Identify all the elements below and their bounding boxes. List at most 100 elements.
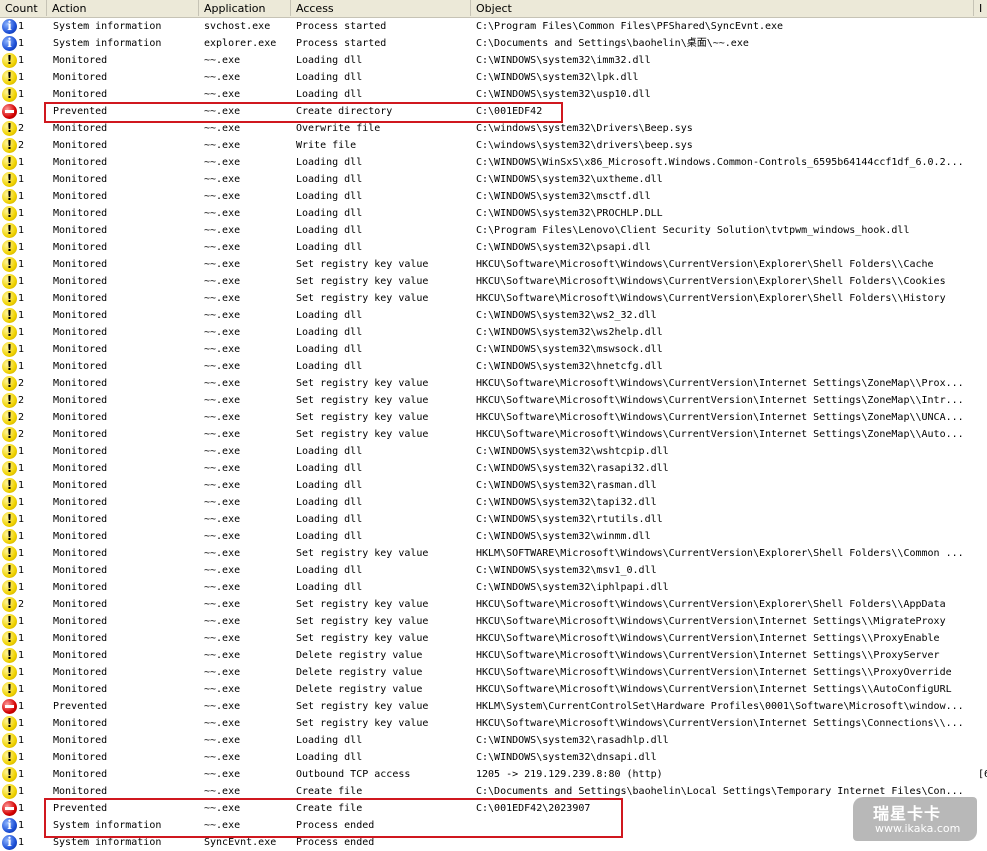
table-row[interactable]: 1 Monitored ~~.exe Loading dll C:\WINDOWS\sy… [0,511,987,528]
row-icon-cell [2,699,17,714]
cell-extra [978,222,987,239]
cell-object: C:\001EDF42 [476,106,543,117]
row-icon-cell [2,121,17,136]
table-row[interactable]: 1 Monitored ~~.exe Loading dll C:\WINDOWS\sy… [0,188,987,205]
cell-action: Monitored [53,225,108,236]
cell-count: 1 [18,667,25,678]
table-row[interactable]: 1 Prevented ~~.exe Set registry key value HK… [0,698,987,715]
table-row[interactable]: 1 Monitored ~~.exe Loading dll C:\WINDOWS\sy… [0,69,987,86]
cell-application: ~~.exe [204,140,241,151]
cell-action: Monitored [53,395,108,406]
cell-count: 1 [18,344,25,355]
cell-application: ~~.exe [204,565,241,576]
table-row[interactable]: 1 Monitored ~~.exe Loading dll C:\WINDOWS\sy… [0,477,987,494]
cell-access: Set registry key value [296,429,429,440]
table-row[interactable]: 1 Monitored ~~.exe Loading dll C:\WINDOWS\sy… [0,562,987,579]
table-row[interactable]: 1 System information svchost.exe Process st… [0,18,987,35]
cell-action: Monitored [53,582,108,593]
table-row[interactable]: 1 Monitored ~~.exe Loading dll C:\WINDOWS\Wi… [0,154,987,171]
table-row[interactable]: 1 Monitored ~~.exe Delete registry value HKC… [0,647,987,664]
cell-object: C:\WINDOWS\system32\iphlpapi.dll [476,582,669,593]
table-row[interactable]: 1 Monitored ~~.exe Loading dll C:\WINDOWS\sy… [0,307,987,324]
warning-icon [2,87,17,102]
cell-action: Monitored [53,446,108,457]
table-row[interactable]: 2 Monitored ~~.exe Set registry key value HK… [0,375,987,392]
cell-extra [978,18,987,35]
table-row[interactable]: 1 Monitored ~~.exe Outbound TCP access 1205 … [0,766,987,783]
cell-extra [978,783,987,800]
table-row[interactable]: 1 Monitored ~~.exe Loading dll C:\WINDOWS\sy… [0,52,987,69]
cell-count: 1 [18,72,25,83]
table-row[interactable]: 1 Monitored ~~.exe Set registry key value HK… [0,256,987,273]
cell-application: ~~.exe [204,463,241,474]
cell-application: ~~.exe [204,701,241,712]
column-header-action[interactable]: Action [47,0,199,16]
table-row[interactable]: 1 Monitored ~~.exe Loading dll C:\WINDOWS\sy… [0,341,987,358]
table-row[interactable]: 1 Monitored ~~.exe Set registry key value HK… [0,290,987,307]
table-row[interactable]: 2 Monitored ~~.exe Set registry key value HK… [0,392,987,409]
cell-access: Delete registry value [296,667,423,678]
table-row[interactable]: 1 Monitored ~~.exe Loading dll C:\WINDOWS\sy… [0,358,987,375]
cell-extra [978,239,987,256]
column-header-access[interactable]: Access [291,0,471,16]
table-row[interactable]: 1 System information explorer.exe Process s… [0,35,987,52]
table-row[interactable]: 1 Monitored ~~.exe Loading dll C:\WINDOWS\sy… [0,749,987,766]
cell-extra [978,698,987,715]
column-header-object[interactable]: Object [471,0,974,16]
cell-action: System information [53,38,162,49]
table-row[interactable]: 1 System information ~~.exe Process ended [0,817,987,834]
table-row[interactable]: 1Monitored~~.exeCreate fileC:\Documents … [0,783,987,800]
cell-action: Prevented [53,106,108,117]
cell-access: Loading dll [296,72,363,83]
table-row[interactable]: 1 Monitored ~~.exe Loading dll C:\WINDOWS\sy… [0,205,987,222]
table-row[interactable]: 1 Prevented ~~.exe Create directory C:\001ED… [0,103,987,120]
table-row[interactable]: 1 Monitored ~~.exe Delete registry value HKC… [0,664,987,681]
warning-icon [2,308,17,323]
table-row[interactable]: 2 Monitored ~~.exe Write file C:\windows\sys… [0,137,987,154]
table-row[interactable]: 2 Monitored ~~.exe Overwrite file C:\windows… [0,120,987,137]
table-row[interactable]: 1 Monitored ~~.exe Loading dll C:\WINDOWS\sy… [0,324,987,341]
cell-application: ~~.exe [204,684,241,695]
table-row[interactable]: 1 Monitored ~~.exe Delete registry value HKC… [0,681,987,698]
table-row[interactable]: 1 Monitored ~~.exe Loading dll C:\WINDOWS\sy… [0,579,987,596]
table-row[interactable]: 1 Monitored ~~.exe Loading dll C:\WINDOWS\sy… [0,732,987,749]
table-row[interactable]: 1 Monitored ~~.exe Loading dll C:\WINDOWS\sy… [0,494,987,511]
cell-count: 1 [18,497,25,508]
table-row[interactable]: 2 Monitored ~~.exe Set registry key value HK… [0,409,987,426]
table-row[interactable]: 1 Monitored ~~.exe Set registry key value HK… [0,715,987,732]
table-row[interactable]: 1 System information SyncEvnt.exe Process e… [0,834,987,851]
cell-count: 1 [18,735,25,746]
table-row[interactable]: 1 Monitored ~~.exe Set registry key value HK… [0,545,987,562]
cell-access: Process ended [296,837,375,848]
cell-object: HKCU\Software\Microsoft\Windows\CurrentV… [476,293,946,304]
cell-extra [978,324,987,341]
table-row[interactable]: 2 Monitored ~~.exe Set registry key value HK… [0,596,987,613]
row-icon-cell [2,308,17,323]
warning-icon [2,495,17,510]
table-row[interactable]: 2 Monitored ~~.exe Set registry key value HK… [0,426,987,443]
table-row[interactable]: 1 Monitored ~~.exe Loading dll C:\WINDOWS\sy… [0,443,987,460]
table-row[interactable]: 1 Monitored ~~.exe Set registry key value HK… [0,613,987,630]
row-icon-cell [2,818,17,833]
table-row[interactable]: 1 Monitored ~~.exe Loading dll C:\Program Fi… [0,222,987,239]
column-header-extra[interactable]: I [974,0,987,16]
cell-application: ~~.exe [204,582,241,593]
column-header-count[interactable]: Count [0,0,47,16]
cell-access: Loading dll [296,327,363,338]
cell-count: 1 [18,310,25,321]
cell-action: Monitored [53,412,108,423]
table-row[interactable]: 1 Monitored ~~.exe Loading dll C:\WINDOWS\sy… [0,171,987,188]
table-row[interactable]: 1 Monitored ~~.exe Loading dll C:\WINDOWS\sy… [0,528,987,545]
table-row[interactable]: 1 Monitored ~~.exe Loading dll C:\WINDOWS\sy… [0,239,987,256]
table-row[interactable]: 1 Prevented ~~.exe Create file C:\001EDF42\2… [0,800,987,817]
table-row[interactable]: 1 Monitored ~~.exe Loading dll C:\WINDOWS\sy… [0,460,987,477]
cell-count: 1 [18,650,25,661]
event-log-list: 1 System information svchost.exe Process st… [0,18,987,851]
column-header-application[interactable]: Application [199,0,291,16]
cell-access: Set registry key value [296,293,429,304]
table-row[interactable]: 1 Monitored ~~.exe Set registry key value HK… [0,273,987,290]
cell-access: Set registry key value [296,701,429,712]
table-row[interactable]: 1 Monitored ~~.exe Set registry key value HK… [0,630,987,647]
row-icon-cell [2,274,17,289]
table-row[interactable]: 1 Monitored ~~.exe Loading dll C:\WINDOWS\sy… [0,86,987,103]
